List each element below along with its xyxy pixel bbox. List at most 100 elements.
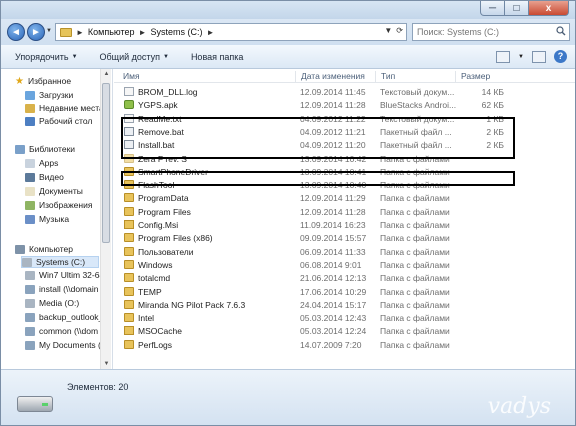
file-row[interactable]: BROM_DLL.log 12.09.2014 11:45 Текстовый до… (114, 86, 575, 98)
folder-icon (124, 286, 134, 296)
column-type[interactable]: Тип (375, 71, 395, 83)
nav-documents[interactable]: Документы (25, 185, 83, 197)
file-row[interactable]: totalcmd 21.06.2014 12:13 Папка с файлами (114, 272, 575, 284)
column-name[interactable]: Имя (118, 71, 140, 83)
column-date[interactable]: Дата изменения (295, 71, 365, 83)
search-box[interactable] (412, 23, 570, 41)
computer-icon (15, 244, 25, 254)
drive-icon (25, 270, 35, 280)
file-row[interactable]: Пользователи 06.09.2014 11:33 Папка с файл… (114, 246, 575, 258)
file-name: Config.Msi (138, 220, 179, 230)
file-type: Папка с файлами (380, 313, 450, 324)
nav-label: Документы (39, 186, 83, 196)
refresh-icon[interactable]: ⟳ (396, 26, 403, 35)
nav-mydocs[interactable]: My Documents ( (25, 339, 101, 351)
scroll-down-icon[interactable]: ▼ (101, 359, 112, 369)
file-name: TEMP (138, 286, 162, 297)
locked-folder-icon (124, 326, 134, 336)
nav-video[interactable]: Видео (25, 171, 64, 183)
nav-desktop[interactable]: Рабочий стол (25, 115, 92, 127)
file-row[interactable]: Program Files (x86) 09.09.2014 15:57 Папка… (114, 232, 575, 244)
chevron-right-icon[interactable]: ► (139, 28, 147, 37)
search-icon[interactable] (556, 26, 566, 36)
chevron-right-icon[interactable]: ► (76, 28, 84, 37)
nav-scrollbar[interactable]: ▲ ▼ (100, 69, 111, 369)
nav-backup[interactable]: backup_outlook_ (25, 311, 103, 323)
nav-install[interactable]: install (\\domain (25, 283, 99, 295)
scroll-up-icon[interactable]: ▲ (101, 69, 112, 79)
maximize-button[interactable]: □ (505, 1, 529, 16)
chevron-down-icon[interactable]: ▼ (518, 54, 524, 60)
nav-drive-c[interactable]: Systems (C:) (21, 256, 99, 268)
libraries-icon (15, 144, 25, 154)
file-row[interactable]: YGPS.apk 12.09.2014 11:28 BlueStacks Andro… (114, 99, 575, 111)
nav-media[interactable]: Media (O:) (25, 297, 79, 309)
nav-apps[interactable]: Apps (25, 157, 58, 169)
nav-label: install (\\domain (39, 284, 99, 294)
nav-music[interactable]: Музыка (25, 213, 69, 225)
file-name: Пользователи (138, 246, 194, 257)
nav-drive-win7[interactable]: Win7 Ultim 32-64 (25, 269, 104, 281)
drive-icon (25, 298, 35, 308)
nav-libraries[interactable]: Библиотеки (15, 143, 75, 155)
music-icon (25, 214, 35, 224)
apk-file-icon (124, 100, 134, 110)
file-date: 12.09.2014 11:28 (300, 206, 366, 217)
back-button[interactable]: ◄ (7, 23, 25, 41)
share-button[interactable]: Общий доступ ▼ (100, 52, 169, 62)
search-input[interactable] (417, 27, 547, 37)
file-row[interactable]: Miranda NG Pilot Pack 7.6.3 24.04.2014 15… (114, 299, 575, 311)
file-type: Папка с файлами (380, 193, 450, 204)
minimize-button[interactable]: ─ (480, 1, 505, 16)
breadcrumb-computer[interactable]: Компьютер (88, 27, 135, 37)
file-row[interactable]: MSOCache 05.03.2014 12:24 Папка с файлами (114, 325, 575, 337)
nav-label: Библиотеки (29, 144, 76, 154)
file-date: 09.09.2014 15:57 (300, 233, 367, 244)
nav-recent[interactable]: Недавние места (25, 102, 104, 114)
column-size[interactable]: Размер (455, 71, 490, 83)
file-row[interactable]: TEMP 17.06.2014 10:29 Папка с файлами (114, 286, 575, 298)
nav-label: common (\\dom (39, 326, 99, 336)
file-row[interactable]: Config.Msi 11.09.2014 16:23 Папка с файлам… (114, 219, 575, 231)
file-row[interactable]: Program Files 12.09.2014 11:28 Папка с фай… (114, 206, 575, 218)
nav-computer[interactable]: Компьютер (15, 243, 73, 255)
nav-label: Недавние места (39, 103, 104, 113)
folder-icon (124, 233, 134, 243)
item-count: Элементов: 20 (67, 382, 129, 392)
close-button[interactable]: x (529, 1, 569, 16)
documents-icon (25, 186, 35, 196)
file-row[interactable]: Intel 05.03.2014 12:43 Папка с файлами (114, 312, 575, 324)
nav-label: Win7 Ultim 32-64 (39, 270, 105, 280)
help-icon[interactable]: ? (554, 50, 567, 63)
file-row[interactable]: Windows 06.08.2014 9:01 Папка с файлами (114, 259, 575, 271)
scrollbar-thumb[interactable] (102, 83, 110, 243)
address-dropdown-icon[interactable]: ▼ (384, 26, 392, 35)
folder-icon (124, 246, 134, 256)
forward-button[interactable]: ► (27, 23, 45, 41)
file-row[interactable]: ProgramData 12.09.2014 11:29 Папка с файла… (114, 192, 575, 204)
recent-pages-dropdown-icon[interactable]: ▼ (46, 28, 52, 34)
drive-icon (17, 396, 53, 412)
address-bar[interactable]: ► Компьютер ► Systems (C:) ► ▼ ⟳ (55, 23, 407, 41)
file-row[interactable]: PerfLogs 14.07.2009 7:20 Папка с файлами (114, 339, 575, 351)
new-folder-button[interactable]: Новая папка (191, 52, 243, 62)
nav-downloads[interactable]: Загрузки (25, 89, 73, 101)
address-row: ◄ ► ▼ ► Компьютер ► Systems (C:) ► ▼ ⟳ (1, 19, 575, 45)
nav-label: My Documents ( (39, 340, 101, 350)
nav-pictures[interactable]: Изображения (25, 199, 92, 211)
file-date: 12.09.2014 11:28 (300, 100, 366, 111)
view-options-icon[interactable] (496, 50, 511, 63)
file-name: Windows (138, 259, 173, 270)
preview-pane-icon[interactable] (532, 50, 546, 63)
status-bar: Элементов: 20 vadys (1, 369, 575, 425)
chevron-right-icon[interactable]: ► (206, 28, 214, 37)
nav-favorites[interactable]: ★ Избранное (15, 75, 71, 87)
file-type: Папка с файлами (380, 220, 450, 230)
chevron-down-icon: ▼ (162, 53, 169, 60)
breadcrumb-drive-c[interactable]: Systems (C:) (150, 27, 202, 37)
organize-button[interactable]: Упорядочить ▼ (15, 52, 78, 62)
file-date: 05.03.2014 12:24 (300, 326, 367, 337)
file-type: Папка с файлами (380, 259, 450, 270)
file-size: 62 КБ (481, 100, 504, 111)
nav-common[interactable]: common (\\dom (25, 325, 98, 337)
